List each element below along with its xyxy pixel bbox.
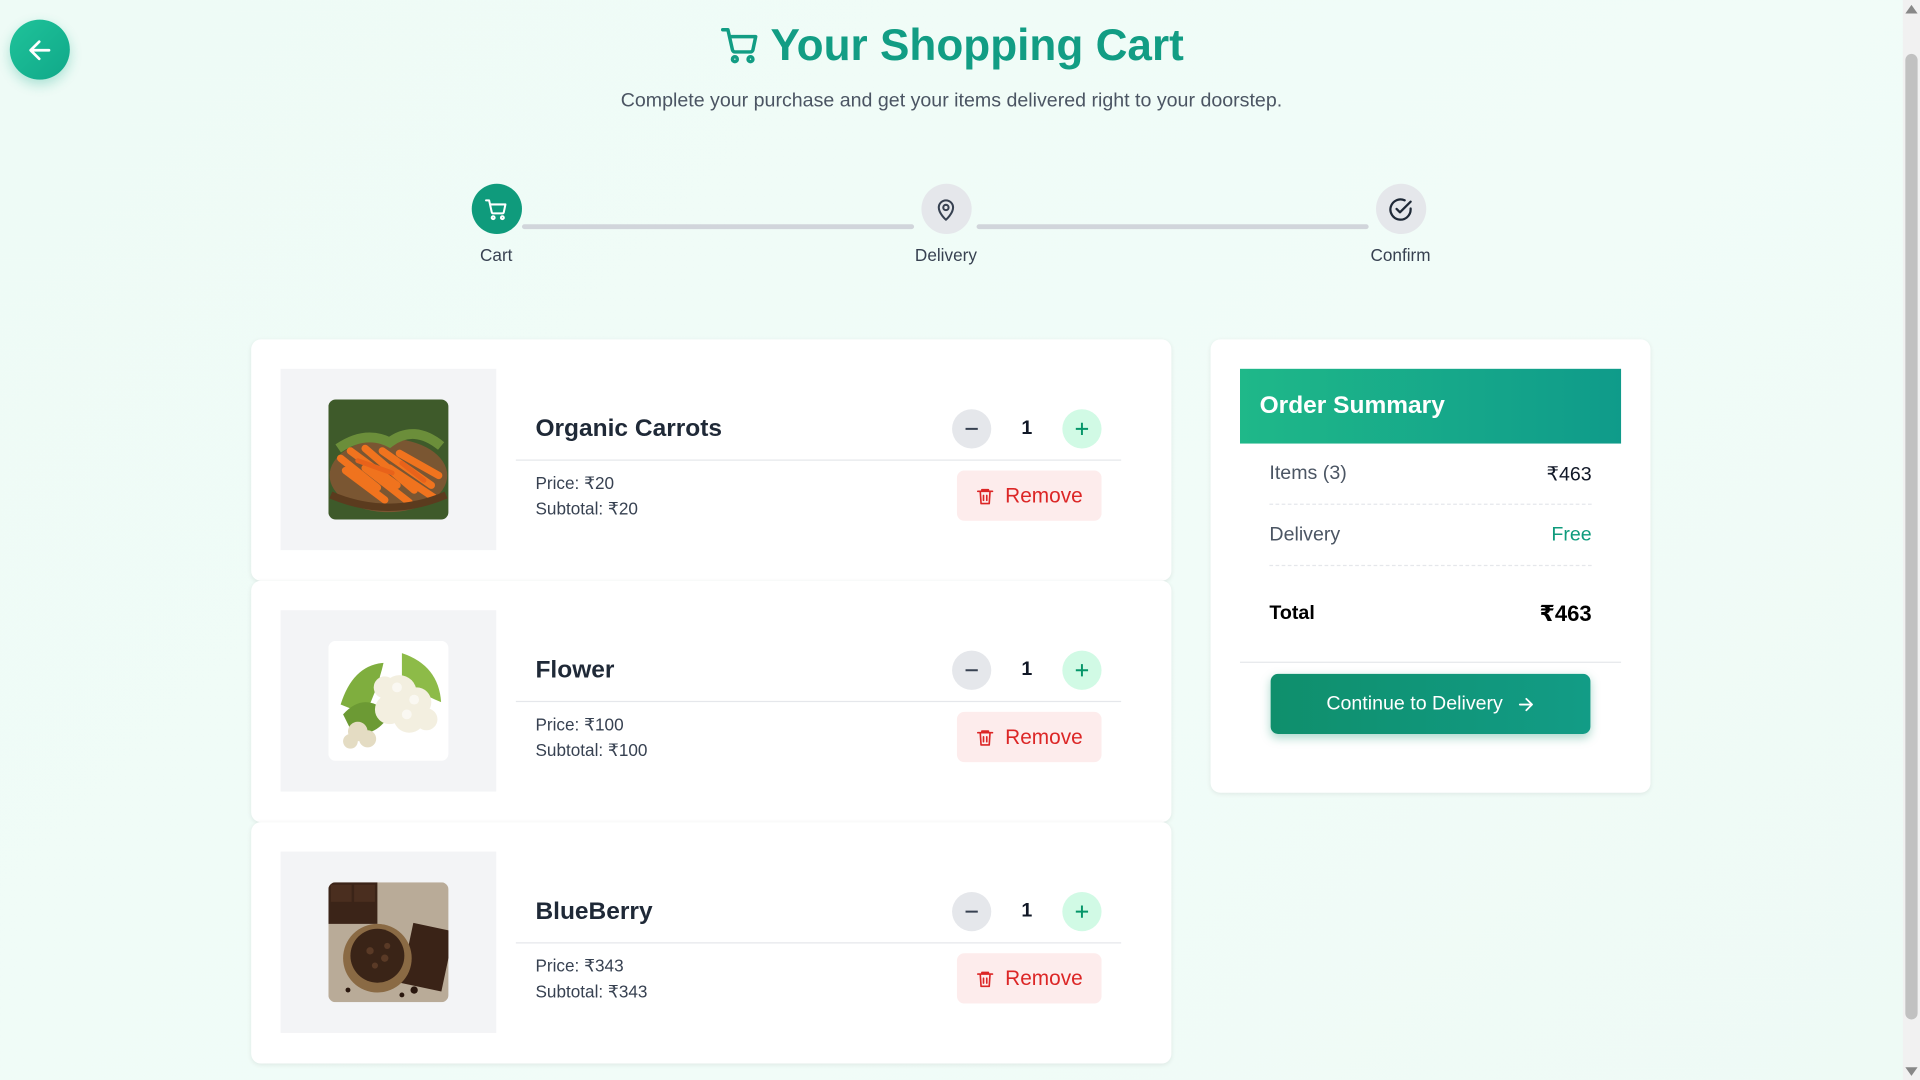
map-pin-icon [937, 198, 955, 221]
item-subtotal: Subtotal: ₹100 [535, 740, 648, 760]
quantity-stepper: 1 [952, 892, 1102, 932]
trash-icon [977, 971, 994, 987]
remove-label: Remove [1005, 483, 1083, 507]
carrots-image [328, 399, 449, 520]
minus-icon [965, 427, 978, 430]
remove-button[interactable]: Remove [956, 470, 1102, 521]
trash-icon [977, 729, 994, 746]
item-price: Price: ₹343 [535, 955, 624, 976]
summary-title: Order Summary [1240, 368, 1622, 444]
item-prices: Price: ₹343 Subtotal: ₹343 [535, 953, 647, 1004]
scroll-down-arrow[interactable] [1905, 1067, 1918, 1076]
cart-icon [720, 27, 758, 64]
item-name: Flower [535, 656, 615, 684]
check-circle-icon [1389, 197, 1412, 221]
order-summary: Order Summary Items (3) ₹463 Delivery Fr… [1210, 339, 1651, 793]
item-subtotal: Subtotal: ₹343 [535, 981, 648, 1002]
item-name: BlueBerry [535, 898, 653, 926]
plus-icon [1075, 422, 1089, 435]
remove-label: Remove [1005, 724, 1083, 749]
chocolate-image [328, 882, 449, 1003]
step-label: Confirm [1370, 245, 1431, 265]
step-delivery[interactable]: Delivery [897, 183, 995, 265]
product-image-frame [280, 368, 497, 551]
item-name: Organic Carrots [535, 415, 723, 443]
decrease-quantity-button[interactable] [952, 892, 992, 932]
step-label: Cart [480, 245, 513, 265]
decrease-quantity-button[interactable] [952, 650, 992, 690]
summary-delivery-row: Delivery Free [1269, 505, 1592, 567]
trash-icon [977, 488, 994, 504]
plus-icon [1075, 905, 1089, 918]
checkout-stepper: Cart Delivery Confirm [471, 183, 1451, 282]
step-confirm[interactable]: Confirm [1352, 183, 1450, 265]
step-circle [471, 183, 522, 235]
total-label: Total [1269, 602, 1315, 624]
scroll-thumb[interactable] [1905, 53, 1918, 1020]
page-header: Your Shopping Cart Complete your purchas… [0, 20, 1903, 113]
item-header: Organic Carrots 1 [515, 397, 1122, 461]
summary-items-row: Items (3) ₹463 [1269, 444, 1592, 505]
step-label: Delivery [914, 245, 977, 265]
item-header: Flower 1 [515, 638, 1122, 703]
step-circle [1375, 183, 1426, 235]
summary-rows: Items (3) ₹463 Delivery Free [1269, 444, 1592, 567]
quantity-value: 1 [1021, 900, 1033, 922]
item-prices: Price: ₹20 Subtotal: ₹20 [535, 471, 637, 522]
quantity-value: 1 [1021, 417, 1033, 439]
delivery-value: Free [1551, 523, 1592, 545]
quantity-stepper: 1 [952, 409, 1102, 449]
minus-icon [965, 910, 978, 913]
product-image-frame [280, 851, 497, 1033]
cart-icon [485, 198, 507, 220]
step-circle [920, 183, 972, 235]
increase-quantity-button[interactable] [1062, 892, 1102, 932]
items-label: Items (3) [1269, 462, 1347, 484]
page: Your Shopping Cart Complete your purchas… [0, 0, 1920, 1080]
item-price: Price: ₹20 [535, 472, 615, 493]
quantity-value: 1 [1021, 659, 1033, 681]
summary-divider [1240, 661, 1622, 663]
minus-icon [965, 669, 978, 672]
increase-quantity-button[interactable] [1062, 650, 1102, 690]
page-subtitle: Complete your purchase and get your item… [620, 90, 1283, 112]
step-connector [521, 224, 915, 230]
cart-item: BlueBerry 1 Price: ₹343 Subtotal: ₹343 R… [251, 822, 1172, 1064]
item-price: Price: ₹100 [535, 714, 624, 734]
item-header: BlueBerry 1 [515, 880, 1122, 944]
scroll-up-arrow[interactable] [1905, 4, 1918, 14]
cart-item: Flower 1 Price: ₹100 Subtotal: ₹100 Remo… [251, 580, 1172, 823]
vertical-scrollbar[interactable] [1902, 0, 1920, 1080]
quantity-stepper: 1 [952, 650, 1102, 690]
items-value: ₹463 [1546, 463, 1592, 485]
cart-items-list: Organic Carrots 1 Price: ₹20 Subtotal: ₹… [251, 339, 1172, 1064]
cart-item: Organic Carrots 1 Price: ₹20 Subtotal: ₹… [251, 339, 1172, 581]
remove-button[interactable]: Remove [956, 953, 1102, 1004]
step-connector [976, 224, 1369, 230]
plus-icon [1075, 664, 1089, 677]
item-prices: Price: ₹100 Subtotal: ₹100 [535, 712, 647, 763]
product-image-frame [280, 610, 497, 792]
page-title-text: Your Shopping Cart [770, 19, 1184, 70]
remove-label: Remove [1005, 966, 1083, 990]
continue-label: Continue to Delivery [1326, 692, 1503, 714]
continue-to-delivery-button[interactable]: Continue to Delivery [1270, 673, 1591, 734]
item-subtotal: Subtotal: ₹20 [535, 498, 638, 519]
arrow-right-icon [1518, 697, 1533, 711]
step-cart[interactable]: Cart [447, 183, 545, 265]
decrease-quantity-button[interactable] [952, 409, 992, 449]
increase-quantity-button[interactable] [1062, 409, 1102, 449]
delivery-label: Delivery [1269, 523, 1341, 545]
cauliflower-image [328, 640, 449, 761]
remove-button[interactable]: Remove [956, 711, 1102, 763]
summary-total-row: Total ₹463 [1269, 566, 1591, 662]
page-title: Your Shopping Cart [719, 20, 1184, 71]
total-value: ₹463 [1539, 601, 1592, 626]
